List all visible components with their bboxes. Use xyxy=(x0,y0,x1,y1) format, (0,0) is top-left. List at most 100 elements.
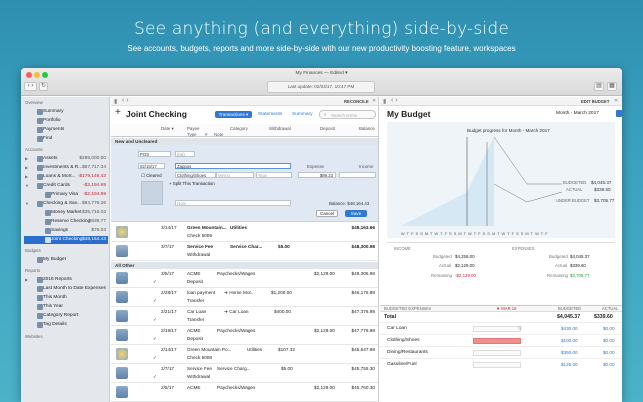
column-note[interactable]: Note xyxy=(214,132,223,137)
sidebar-item-my-budget[interactable]: My Budget xyxy=(24,256,108,264)
column-number[interactable]: # xyxy=(205,132,207,137)
sidebar-item-joint-checking[interactable]: Joint Checking $48,164.43 xyxy=(24,236,108,244)
back-icon[interactable]: ‹ › xyxy=(122,97,129,104)
edit-budget-button[interactable]: EDIT BUDGET xyxy=(581,99,609,104)
budget-row[interactable]: Clothing/Shoes $100.00 $0.00 xyxy=(380,334,622,346)
close-icon[interactable]: ✕ xyxy=(372,98,376,104)
disclosure-icon[interactable]: ▶ xyxy=(25,276,28,284)
print-icon[interactable]: ▤ xyxy=(594,82,604,91)
date-field[interactable]: 02/15/17 xyxy=(138,163,165,169)
sidebar-panel-icon[interactable]: ▮ xyxy=(383,98,386,105)
column-balance[interactable]: Balance xyxy=(359,126,375,131)
table-row[interactable]: ✓ 2/19/17 ACME Paychecks/Wages Deposit $… xyxy=(111,326,378,345)
sidebar-item-checking-savings[interactable]: ▼ Checking & Sav... $84,776.26 xyxy=(24,200,108,208)
tags-field[interactable]: Tags xyxy=(256,172,292,178)
column-withdrawal[interactable]: Withdrawal xyxy=(269,126,291,131)
budget-row-actual[interactable]: $0.00 xyxy=(603,326,615,331)
save-button[interactable]: Save xyxy=(345,210,367,217)
disclosure-icon[interactable]: ▶ xyxy=(25,173,28,181)
disclosure-icon[interactable]: ▼ xyxy=(25,200,29,208)
table-row[interactable]: 3/7/17 Service Fee Service Char... Withd… xyxy=(111,242,378,261)
budget-row-actual[interactable]: $0.00 xyxy=(603,338,615,343)
sidebar-item-amount: $35,715.03 xyxy=(81,210,106,215)
column-date[interactable]: Date ▾ xyxy=(161,126,174,132)
tab-summary[interactable]: Summary xyxy=(292,112,313,117)
search-input[interactable]: ⌕ Search terms xyxy=(319,110,376,119)
sidebar-item-this-month[interactable]: This Month xyxy=(24,294,108,302)
table-row[interactable]: 3/14/17 Green Mountain... Utilities Chec… xyxy=(111,223,378,242)
memo-field[interactable]: Memo xyxy=(216,172,254,178)
period-selector[interactable]: Month - March 2017 ‹ › xyxy=(556,110,622,118)
cleared-check-icon[interactable]: ✓ xyxy=(153,336,157,342)
period-dropdown-icon[interactable] xyxy=(616,110,622,117)
sidebar-item-tag-details[interactable]: Tag Details xyxy=(24,321,108,329)
sidebar-item-find[interactable]: Find xyxy=(24,135,108,143)
sidebar-toggle-icon[interactable]: ▦ xyxy=(607,82,617,91)
budget-row-budgeted[interactable]: $100.00 xyxy=(561,338,578,343)
split-transaction-toggle[interactable]: + Split This Transaction xyxy=(169,181,215,186)
sidebar-item-primary-visa[interactable]: Primary Visa -$2,194.99 xyxy=(24,191,108,199)
sidebar-item-investments[interactable]: ▶ Investments & R... $87,717.34 xyxy=(24,164,108,172)
note-field[interactable]: Note xyxy=(175,200,291,206)
cleared-check-icon[interactable]: ✓ xyxy=(153,355,157,361)
disclosure-icon[interactable]: ▼ xyxy=(25,182,29,190)
budget-progress-bar xyxy=(473,350,521,356)
reconcile-button[interactable]: RECONCILE xyxy=(344,99,369,104)
income-field[interactable] xyxy=(339,172,376,178)
sidebar-item-reserve-checking[interactable]: Reserve Checking $839.77 xyxy=(24,218,108,226)
budget-row-budgeted[interactable]: $125.00 xyxy=(561,362,578,367)
disclosure-icon[interactable]: ▶ xyxy=(25,164,28,172)
sidebar-item-money-market[interactable]: Money Market $35,715.03 xyxy=(24,209,108,217)
budget-row-actual[interactable]: $0.00 xyxy=(603,362,615,367)
table-row[interactable]: 2/5/17 ACME Paychecks/Wages $2,129.00 $4… xyxy=(111,383,378,402)
table-row[interactable]: ✓ 2/7/17 Service Fee Service Charg... Wi… xyxy=(111,364,378,383)
back-icon[interactable]: ‹ › xyxy=(391,97,398,104)
payee-field[interactable]: Zappos xyxy=(175,163,291,169)
budget-row[interactable]: Dining/Restaurants $350.00 $0.00 xyxy=(380,346,622,358)
cleared-check-icon[interactable]: ✓ xyxy=(153,279,157,285)
add-transaction-icon[interactable]: + xyxy=(115,107,121,118)
sidebar-item-summary[interactable]: Summary xyxy=(24,108,108,116)
table-row[interactable]: ✓ 2/28/17 loan payment ➜ Home Mor... Tra… xyxy=(111,288,378,307)
type-select[interactable]: POS xyxy=(138,151,171,157)
column-payee[interactable]: Payee xyxy=(187,126,199,131)
sidebar-item-last-month-expenses[interactable]: Last Month to Date Expenses xyxy=(24,285,108,293)
cleared-check-icon[interactable]: ✓ xyxy=(153,317,157,323)
budget-row-budgeted[interactable]: $350.00 xyxy=(561,350,578,355)
sidebar-item-savings[interactable]: Savings $76.03 xyxy=(24,227,108,235)
tab-statements[interactable]: Statements xyxy=(258,112,282,117)
table-row[interactable]: ✓ 2/14/17 Green Mountain Po... Utilities… xyxy=(111,345,378,364)
column-category[interactable]: Category xyxy=(230,126,248,131)
budget-row-actual[interactable]: $0.00 xyxy=(603,350,615,355)
column-deposit[interactable]: Deposit xyxy=(320,126,335,131)
cleared-check-icon[interactable]: ✓ xyxy=(153,374,157,380)
disclosure-icon[interactable]: ▶ xyxy=(25,155,28,163)
expense-field[interactable]: $89.23 xyxy=(298,172,336,178)
receipt-attachment[interactable] xyxy=(141,181,163,205)
sidebar-item-portfolio[interactable]: Portfolio xyxy=(24,117,108,125)
bank-icon xyxy=(116,245,128,257)
sidebar-item-assets[interactable]: ▶ Assets $285,000.00 xyxy=(24,155,108,163)
check-number-field[interactable]: (no) xyxy=(175,151,195,157)
table-row[interactable]: ✓ 2/21/17 Car Loan ➜ Car Loan Transfer $… xyxy=(111,307,378,326)
sidebar-panel-icon[interactable]: ▮ xyxy=(114,98,117,105)
back-forward-button[interactable]: ‹ › xyxy=(24,82,37,91)
sidebar-item-2016-reports[interactable]: ▶ 2016 Reports xyxy=(24,276,108,284)
cleared-check-icon[interactable]: ✓ xyxy=(153,298,157,304)
sidebar-item-loans[interactable]: ▶ Loans & Mort... -$179,146.43 xyxy=(24,173,108,181)
category-field[interactable]: Clothing/Shoes xyxy=(175,172,216,178)
budget-row[interactable]: Gasoline/Fuel $125.00 $0.00 xyxy=(380,358,622,370)
close-icon[interactable]: ✕ xyxy=(614,98,618,104)
cancel-button[interactable]: Cancel xyxy=(316,210,338,217)
sidebar-item-credit-cards[interactable]: ▼ Credit Cards -$2,194.99 xyxy=(24,182,108,190)
cleared-checkbox[interactable]: ☐ Cleared xyxy=(141,173,162,179)
table-row[interactable]: ✓ 3/5/17 ACME Paychecks/Wages Deposit $2… xyxy=(111,269,378,288)
budget-row[interactable]: Car Loan ◇ $430.00 $0.00 xyxy=(380,322,622,334)
sidebar-item-this-year[interactable]: This Year xyxy=(24,303,108,311)
column-type[interactable]: Type xyxy=(187,132,197,137)
transactions-button[interactable]: Transactions ▾ xyxy=(215,111,252,118)
budget-row-budgeted[interactable]: $430.00 xyxy=(561,326,578,331)
sidebar-item-category-report[interactable]: Category Report xyxy=(24,312,108,320)
sidebar-item-payments[interactable]: Payments xyxy=(24,126,108,134)
refresh-icon[interactable]: ↻ xyxy=(39,82,48,91)
